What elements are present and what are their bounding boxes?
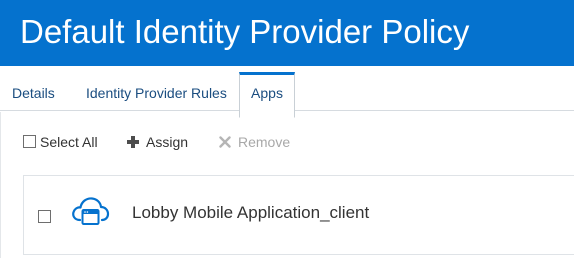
page-header: Default Identity Provider Policy xyxy=(0,0,574,66)
app-row-checkbox[interactable] xyxy=(38,210,51,223)
app-name[interactable]: Lobby Mobile Application_client xyxy=(132,202,369,224)
cloud-app-icon xyxy=(72,197,110,225)
select-all-label: Select All xyxy=(40,134,98,150)
close-icon xyxy=(219,136,231,148)
remove-label: Remove xyxy=(238,134,291,150)
remove-button[interactable]: Remove xyxy=(219,132,290,152)
page-title: Default Identity Provider Policy xyxy=(20,13,470,50)
tab-bar: Details Identity Provider Rules Apps xyxy=(0,66,574,118)
select-all-checkbox[interactable]: Select All xyxy=(23,132,98,152)
tab-apps-label: Apps xyxy=(251,85,283,101)
tab-details-label: Details xyxy=(12,85,55,101)
assign-button[interactable]: Assign xyxy=(127,132,188,152)
apps-toolbar: Select All Assign Remove xyxy=(0,112,574,172)
checkbox-icon[interactable] xyxy=(23,135,36,149)
plus-icon xyxy=(127,135,139,148)
tab-identity-provider-rules-label: Identity Provider Rules xyxy=(86,85,227,101)
assign-label: Assign xyxy=(146,134,189,150)
app-list-item[interactable]: Lobby Mobile Application_client xyxy=(23,175,574,255)
tab-identity-provider-rules[interactable]: Identity Provider Rules xyxy=(86,74,227,111)
tab-details[interactable]: Details xyxy=(12,74,55,111)
